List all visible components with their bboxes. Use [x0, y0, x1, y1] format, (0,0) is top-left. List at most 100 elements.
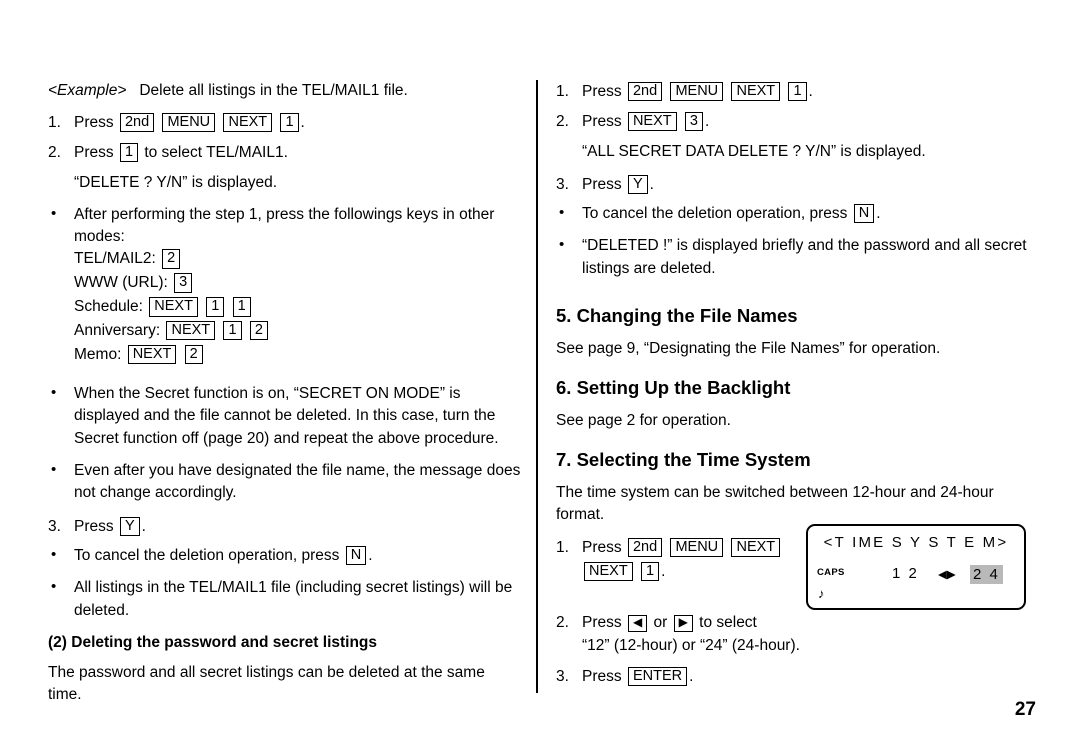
left-bullet-modes: • After performing the step 1, press the… — [48, 204, 522, 367]
key-1: 1 — [280, 113, 299, 133]
key-next: NEXT — [627, 112, 677, 132]
bullet-dot-icon: • — [559, 204, 565, 222]
left-bullet-filename: • Even after you have designated the fil… — [48, 460, 522, 505]
bullet-text: When the Secret function is on, “SECRET … — [74, 385, 499, 447]
step-period: . — [661, 563, 666, 581]
step-period: . — [808, 83, 813, 100]
right-step-2-display: “ALL SECRET DATA DELETE ? Y/N” is displa… — [582, 142, 926, 160]
step-or: or — [653, 614, 668, 632]
key-1: 1 — [788, 82, 807, 102]
step-number: 1. — [556, 539, 569, 557]
key-2: 2 — [184, 345, 203, 365]
step-number: 1. — [556, 83, 569, 100]
left-para-password: The password and all secret listings can… — [48, 663, 485, 703]
lcd-arrows-icon: ◀▶ — [938, 569, 956, 581]
right-step-2: 2. Press NEXT 3. — [556, 110, 1036, 133]
right-step-3: 3. Press Y. — [556, 173, 1036, 196]
para-7: The time system can be switched between … — [556, 484, 994, 524]
key-arrow-left: ◀ — [627, 615, 648, 632]
key-n: N — [853, 204, 875, 224]
time-step-3: 3. Press ENTER. — [556, 665, 1036, 688]
heading-7-selecting-time-system: 7. Selecting the Time System — [556, 449, 811, 471]
mode-line-memo: Memo: NEXT 2 — [74, 344, 522, 367]
bullet-text: Even after you have designated the file … — [74, 462, 521, 502]
step-tail: to select TEL/MAIL1. — [144, 144, 288, 162]
key-1: 1 — [119, 143, 139, 163]
mode-label: Memo: — [74, 346, 122, 364]
mode-line-telmail2: TEL/MAIL2: 2 — [74, 248, 522, 271]
step-number: 2. — [556, 614, 569, 632]
key-1: 1 — [640, 562, 660, 582]
key-menu: MENU — [670, 538, 724, 558]
step-number: 3. — [556, 175, 569, 193]
bullet-text: All listings in the TEL/MAIL1 file (incl… — [74, 579, 513, 619]
right-bullet-cancel: • To cancel the deletion operation, pres… — [556, 203, 1036, 225]
bullet-dot-icon: • — [559, 236, 565, 254]
key-2nd: 2nd — [119, 113, 155, 133]
key-next: NEXT — [731, 538, 781, 558]
manual-page: <Example> Delete all listings in the TEL… — [0, 0, 1080, 743]
music-note-icon: ♪ — [818, 586, 825, 601]
page-number: 27 — [1014, 699, 1036, 720]
bullet-text: After performing the step 1, press the f… — [74, 205, 495, 246]
mode-label: TEL/MAIL2: — [74, 250, 156, 268]
step-period: . — [141, 517, 146, 535]
bullet-period: . — [876, 205, 881, 223]
key-next: NEXT — [223, 113, 273, 133]
lcd-caps-indicator: CAPS — [817, 567, 845, 578]
mode-label: Schedule: — [74, 298, 143, 316]
bullet-dot-icon: • — [51, 384, 57, 402]
key-3: 3 — [174, 273, 193, 293]
bullet-dot-icon: • — [51, 461, 57, 479]
key-2nd: 2nd — [627, 82, 663, 102]
step-verb: Press — [74, 517, 114, 535]
right-bullet-deleted: • “DELETED !” is displayed briefly and t… — [556, 235, 1036, 280]
key-arrow-right: ▶ — [673, 615, 693, 632]
key-n: N — [345, 545, 367, 566]
key-1: 1 — [223, 321, 242, 341]
step-verb: Press — [582, 175, 622, 193]
step-period: . — [705, 113, 710, 131]
example-line: <Example> Delete all listings in the TEL… — [48, 80, 522, 102]
key-enter: ENTER — [627, 666, 688, 686]
mode-line-schedule: Schedule: NEXT 1 1 — [74, 296, 522, 319]
lcd-option-24-selected: 2 4 — [970, 565, 1003, 584]
key-2: 2 — [249, 321, 268, 341]
heading-5-changing-file-names: 5. Changing the File Names — [556, 305, 798, 326]
bullet-dot-icon: • — [51, 545, 57, 563]
lcd-option-12: 1 2 — [892, 565, 919, 582]
key-next: NEXT — [166, 321, 216, 341]
key-next: NEXT — [731, 82, 781, 102]
step-verb: Press — [582, 539, 622, 557]
mode-label: Anniversary: — [74, 322, 161, 340]
left-step-2-display: “DELETE ? Y/N” is displayed. — [74, 173, 278, 191]
mode-key-list: TEL/MAIL2: 2 WWW (URL): 3 Schedule: NEXT… — [74, 248, 522, 367]
left-column: <Example> Delete all listings in the TEL… — [48, 80, 522, 716]
key-next: NEXT — [127, 345, 177, 365]
step-verb: Press — [582, 83, 622, 100]
lcd-title: <T IME S Y S T E M> — [823, 534, 1009, 551]
key-1-second: 1 — [232, 297, 251, 317]
step-number: 3. — [48, 517, 61, 535]
step-number: 2. — [556, 113, 569, 131]
step-number: 2. — [48, 144, 61, 162]
key-next: NEXT — [149, 297, 198, 317]
heading-6-setting-up-backlight: 6. Setting Up the Backlight — [556, 377, 791, 399]
key-y: Y — [119, 516, 140, 536]
key-next-second: NEXT — [584, 562, 633, 582]
key-2nd: 2nd — [627, 538, 663, 558]
time-step-2-line2: “12” (12-hour) or “24” (24-hour). — [582, 637, 800, 655]
key-3: 3 — [684, 112, 703, 132]
left-bullet-secret-mode: • When the Secret function is on, “SECRE… — [48, 383, 522, 450]
left-step-2: 2. Press 1 to select TEL/MAIL1. — [48, 141, 522, 164]
step-verb: Press — [74, 144, 114, 162]
para-6: See page 2 for operation. — [556, 412, 731, 430]
left-bullet-cancel: • To cancel the deletion operation, pres… — [48, 545, 522, 567]
step-period: . — [649, 175, 654, 193]
key-menu: MENU — [162, 113, 216, 133]
step-period: . — [689, 667, 694, 685]
step-number: 3. — [556, 667, 569, 685]
left-step-1: 1. Press 2nd MENU NEXT 1. — [48, 111, 522, 134]
bullet-text: To cancel the deletion operation, press — [582, 205, 848, 223]
